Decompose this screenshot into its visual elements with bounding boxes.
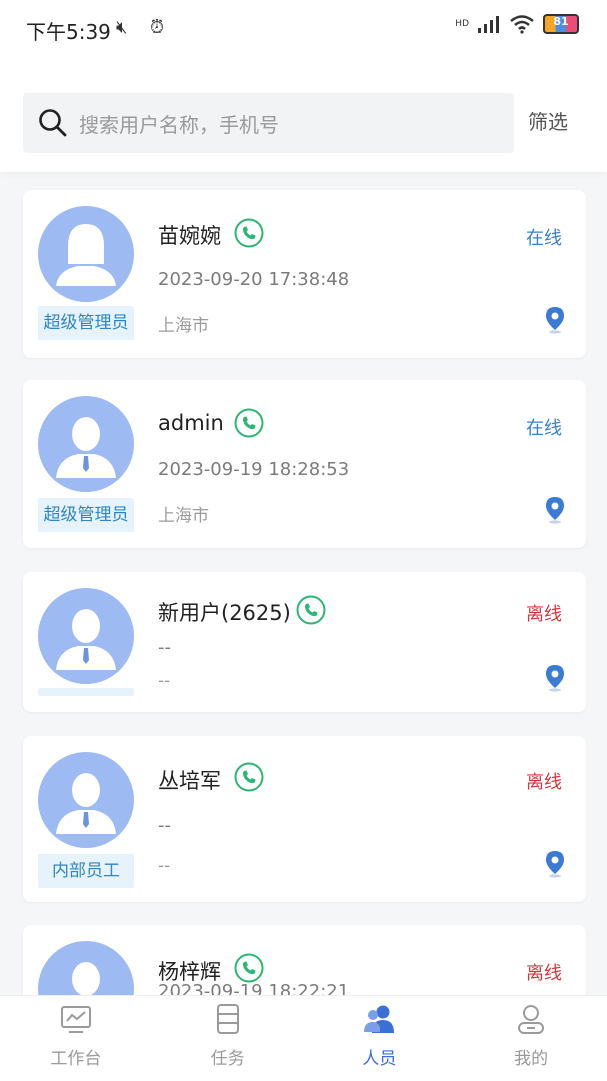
role-badge: 内部员工	[38, 854, 134, 888]
last-login-time: 2023-09-20 17:38:48	[158, 269, 350, 290]
user-location: 上海市	[158, 506, 209, 526]
role-badge: 超级管理员	[38, 498, 134, 532]
last-login-time: 2023-09-19 18:28:53	[158, 459, 350, 480]
female-avatar-icon	[56, 224, 116, 286]
avatar	[38, 396, 134, 492]
tab-mine[interactable]: 我的	[455, 996, 607, 1081]
user-card[interactable]: 超级管理员 admin 在线 2023-09-19 18:28:53 上海市	[23, 380, 586, 548]
alarm-icon: ⏰︎	[150, 17, 165, 38]
search-icon	[39, 109, 67, 137]
location-pin-icon[interactable]	[544, 496, 566, 524]
phone-call-icon[interactable]	[234, 408, 264, 438]
location-pin-icon[interactable]	[544, 306, 566, 334]
phone-call-icon[interactable]	[296, 595, 326, 625]
status-time: 下午5:39	[26, 20, 111, 44]
mute-icon: 🔇︎	[116, 17, 128, 38]
battery-icon: 81	[543, 14, 579, 34]
status-badge: 在线	[526, 418, 562, 439]
tab-label: 工作台	[50, 1049, 102, 1069]
male-avatar-icon	[56, 609, 116, 670]
phone-call-icon[interactable]	[234, 218, 264, 248]
user-card[interactable]: 内部员工 丛培军 离线 -- --	[23, 736, 586, 902]
user-card[interactable]: 超级管理员 苗婉婉 在线 2023-09-20 17:38:48 上海市	[23, 190, 586, 358]
filter-button[interactable]: 筛选	[528, 106, 568, 135]
avatar	[38, 752, 134, 848]
male-avatar-icon	[56, 417, 116, 478]
avatar	[38, 206, 134, 302]
phone-call-icon[interactable]	[234, 762, 264, 792]
search-placeholder: 搜索用户名称，手机号	[79, 112, 279, 137]
status-badge: 离线	[526, 963, 562, 984]
user-name: 丛培军	[158, 769, 221, 793]
user-name: 苗婉婉	[158, 224, 221, 248]
user-card[interactable]: 新用户(2625) 离线 -- --	[23, 572, 586, 712]
tab-label: 任务	[210, 1049, 245, 1069]
status-badge: 在线	[526, 228, 562, 249]
user-name: 新用户(2625)	[158, 601, 291, 625]
phone-call-icon[interactable]	[234, 953, 264, 983]
tab-tasks[interactable]: 任务	[152, 996, 304, 1081]
user-name: admin	[158, 411, 224, 435]
last-login-time: --	[158, 815, 171, 836]
signal-icon	[478, 16, 499, 33]
search-input[interactable]: 搜索用户名称，手机号	[23, 93, 514, 153]
tab-workbench[interactable]: 工作台	[0, 996, 152, 1081]
bottom-tab-bar: 工作台 任务 人员 我的	[0, 995, 607, 1081]
search-header: 搜索用户名称，手机号 筛选	[0, 60, 607, 172]
people-icon	[364, 1005, 395, 1033]
wifi-icon	[510, 15, 534, 34]
user-location: 上海市	[158, 316, 209, 336]
role-badge: 超级管理员	[38, 306, 134, 340]
hd-badge: HD	[455, 19, 469, 29]
location-pin-icon[interactable]	[544, 664, 566, 692]
user-location: --	[158, 856, 171, 876]
male-avatar-icon	[56, 773, 116, 834]
role-badge	[38, 688, 134, 696]
tab-label: 人员	[362, 1049, 397, 1069]
document-list-icon	[216, 1004, 239, 1034]
status-badge: 离线	[526, 604, 562, 625]
avatar	[38, 588, 134, 684]
status-badge: 离线	[526, 772, 562, 793]
last-login-time: --	[158, 637, 171, 658]
user-location: --	[158, 671, 171, 691]
location-pin-icon[interactable]	[544, 850, 566, 878]
status-bar: 下午5:39 🔇︎ ⏰︎ HD 81	[0, 0, 607, 60]
tab-label: 我的	[514, 1049, 549, 1069]
tab-people[interactable]: 人员	[304, 996, 456, 1081]
user-profile-icon	[518, 1005, 545, 1034]
chart-monitor-icon	[60, 1006, 91, 1033]
